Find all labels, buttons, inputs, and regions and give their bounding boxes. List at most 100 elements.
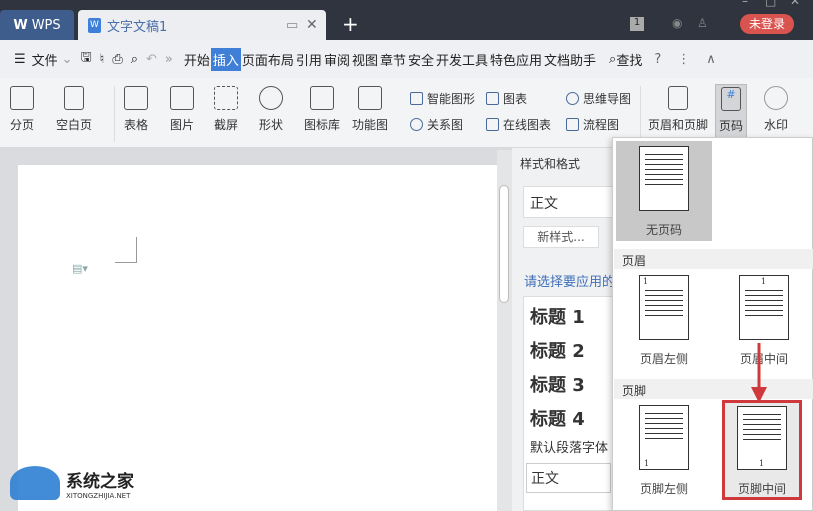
tab-special[interactable]: 特色应用: [489, 50, 543, 69]
label: 形状: [259, 118, 284, 132]
tab-view[interactable]: 视图: [351, 50, 379, 69]
flowchart-icon: [566, 118, 579, 131]
document-tab[interactable]: W 文字文稿1 ▭ ✕: [78, 10, 326, 40]
screenshot-button[interactable]: 截屏: [214, 86, 238, 133]
hamburger-icon[interactable]: ☰: [14, 52, 26, 67]
option-label: 页眉左侧: [639, 352, 688, 366]
menu-bar: ☰ 文件 ⌄ 🖫 ♮ ⎙ ⌕ ↶ » 开始 插入 页面布局 引用 审阅 视图 章节…: [0, 40, 813, 78]
page-num: 1: [761, 277, 767, 286]
header-footer-button[interactable]: 页眉和页脚: [648, 86, 708, 133]
page-number-icon: #: [721, 87, 741, 111]
tab-assistant[interactable]: 文档助手: [543, 50, 597, 69]
label: 页眉和页脚: [648, 118, 709, 132]
document-page[interactable]: ▤▾: [18, 165, 497, 511]
format-painter-icon[interactable]: ♮: [100, 52, 105, 67]
new-tab-button[interactable]: +: [342, 12, 359, 36]
undo-icon[interactable]: ↶: [146, 52, 157, 67]
online-chart-button[interactable]: 在线图表: [486, 116, 551, 133]
tab-section[interactable]: 章节: [379, 50, 407, 69]
more-tools-icon[interactable]: »: [165, 52, 173, 67]
login-button[interactable]: 未登录: [740, 14, 794, 34]
label: 智能图形: [427, 92, 476, 106]
more-button[interactable]: ⋮: [677, 52, 690, 67]
icon-library-button[interactable]: 图标库: [304, 86, 340, 133]
skin-icon[interactable]: ◉: [672, 16, 682, 30]
close-window-icon[interactable]: ✕: [790, 0, 800, 8]
header-footer-icon: [668, 86, 688, 110]
page-badge[interactable]: 1: [630, 17, 644, 31]
style-normal[interactable]: 正文: [526, 463, 611, 493]
relation-chart-button[interactable]: 关系图: [410, 116, 463, 133]
wps-tab-label: WPS: [31, 17, 61, 33]
page-break-icon: [10, 86, 34, 110]
save-icon[interactable]: 🖫: [81, 48, 92, 70]
watermark-button[interactable]: 水印: [764, 86, 788, 133]
blank-page-button[interactable]: 空白页: [56, 86, 92, 133]
pin-icon[interactable]: ▭: [286, 18, 298, 33]
smart-art-button[interactable]: 智能图形: [410, 90, 475, 107]
minimize-icon[interactable]: –: [742, 0, 748, 8]
label: 水印: [764, 118, 789, 132]
option-header-left[interactable]: 1 页眉左侧: [616, 275, 712, 367]
tab-security[interactable]: 安全: [407, 50, 435, 69]
picture-icon: [170, 86, 194, 110]
panel-title[interactable]: 样式和格式: [520, 155, 580, 172]
tab-review[interactable]: 审阅: [323, 50, 351, 69]
option-no-page-number[interactable]: 无页码: [616, 141, 712, 241]
footer-section-label: 页脚: [614, 379, 813, 399]
new-style-button[interactable]: 新样式...: [523, 226, 599, 248]
tab-developer[interactable]: 开发工具: [435, 50, 489, 69]
tab-layout[interactable]: 页面布局: [241, 50, 295, 69]
maximize-icon[interactable]: □: [765, 0, 776, 8]
print-icon[interactable]: ⎙: [112, 52, 122, 67]
style-default-font[interactable]: 默认段落字体: [530, 437, 611, 463]
mind-map-button[interactable]: 思维导图: [566, 90, 631, 107]
shape-button[interactable]: 形状: [259, 86, 283, 133]
flowchart-button[interactable]: 流程图: [566, 116, 619, 133]
style-heading-2[interactable]: 标题 2: [530, 337, 611, 371]
tab-start[interactable]: 开始: [183, 50, 211, 69]
current-style-field[interactable]: 正文: [523, 186, 618, 218]
style-heading-4[interactable]: 标题 4: [530, 405, 611, 437]
divider: [114, 86, 115, 142]
label: 截屏: [214, 118, 239, 132]
red-arrow-annotation: [751, 343, 767, 403]
style-heading-1[interactable]: 标题 1: [530, 303, 611, 337]
styles-panel: 样式和格式 正文 新样式... 请选择要应用的 标题 1 标题 2 标题 3 标…: [512, 148, 618, 511]
chart-button[interactable]: 图表: [486, 90, 527, 107]
smart-art-icon: [410, 92, 423, 105]
header-section-label: 页眉: [614, 249, 813, 269]
wps-home-tab[interactable]: W WPS: [0, 10, 74, 40]
shape-icon: [259, 86, 283, 110]
page-break-button[interactable]: 分页: [10, 86, 34, 133]
style-heading-3[interactable]: 标题 3: [530, 371, 611, 405]
paste-options-icon[interactable]: ▤▾: [72, 262, 88, 275]
page-num: 1: [644, 459, 650, 468]
tab-references[interactable]: 引用: [295, 50, 323, 69]
doc-icon: W: [88, 17, 101, 33]
search-icon[interactable]: ⌕: [609, 52, 616, 67]
option-footer-center[interactable]: 1 页脚中间: [722, 400, 802, 500]
online-chart-icon: [486, 118, 499, 131]
divider: [640, 86, 641, 142]
shirt-icon[interactable]: ♙: [697, 16, 708, 30]
collapse-ribbon-button[interactable]: ∧: [706, 52, 716, 67]
style-list: 标题 1 标题 2 标题 3 标题 4 默认段落字体 正文: [523, 296, 618, 511]
help-button[interactable]: ?: [654, 52, 661, 67]
page-icon: 1: [639, 405, 689, 470]
page-number-button[interactable]: # 页码: [715, 84, 748, 141]
tab-insert[interactable]: 插入: [210, 47, 241, 71]
table-button[interactable]: 表格: [124, 86, 148, 133]
icon-library-icon: [310, 86, 334, 110]
file-menu[interactable]: 文件: [32, 50, 58, 69]
margin-marker: [115, 237, 137, 263]
table-icon: [124, 86, 148, 110]
scrollbar-thumb[interactable]: [499, 185, 509, 303]
search-button[interactable]: 查找: [616, 50, 642, 69]
function-chart-button[interactable]: 功能图: [352, 86, 388, 133]
close-tab-icon[interactable]: ✕: [306, 17, 318, 33]
option-footer-left[interactable]: 1 页脚左侧: [616, 405, 712, 497]
picture-button[interactable]: 图片: [170, 86, 194, 133]
print-preview-icon[interactable]: ⌕: [131, 52, 138, 67]
page-num: 1: [759, 459, 765, 468]
